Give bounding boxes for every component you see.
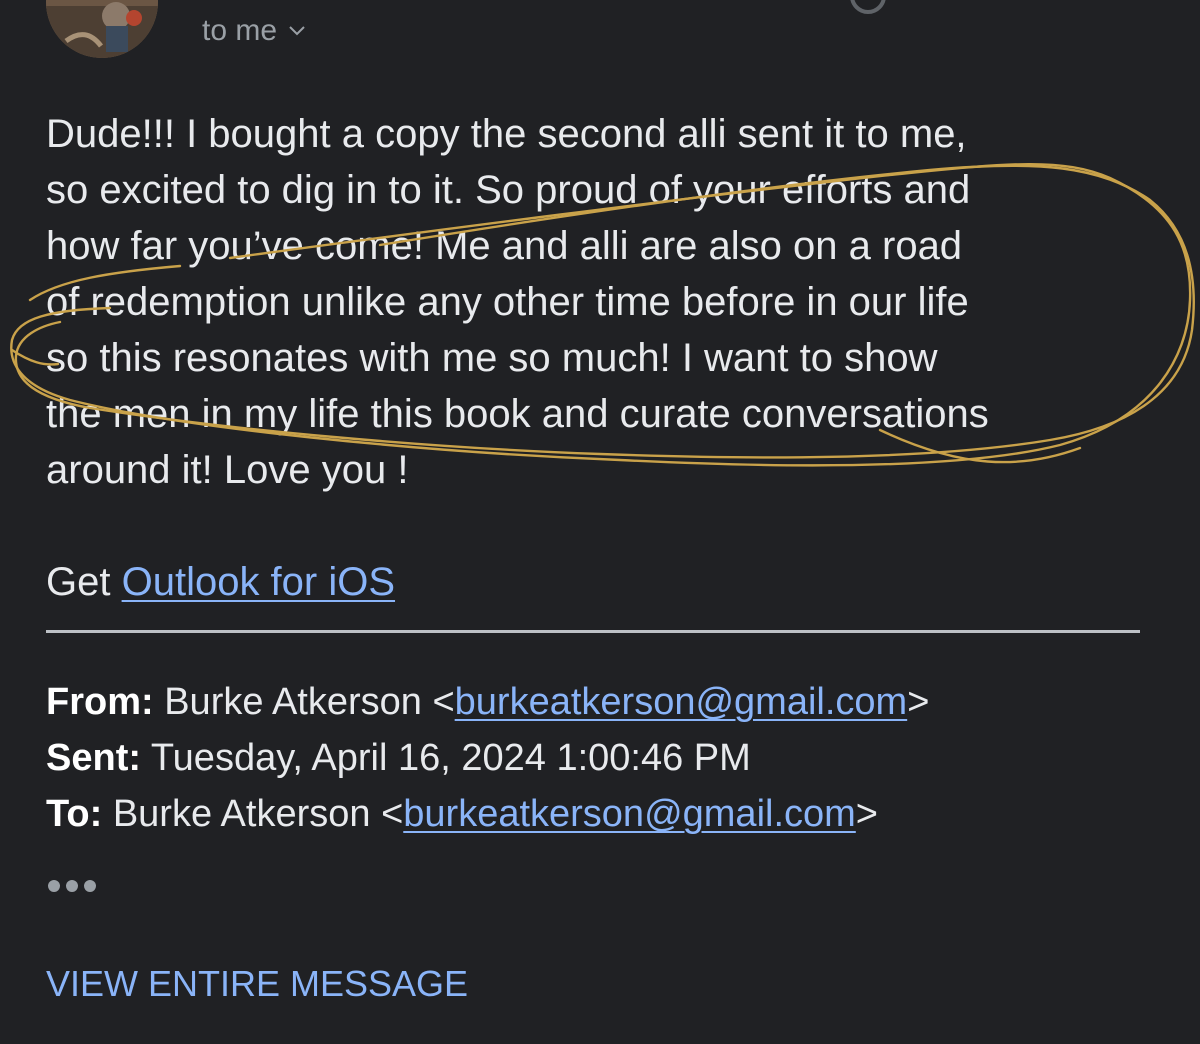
from-row: From: Burke Atkerson <burkeatkerson@gmai… (46, 674, 929, 730)
body-line: Dude!!! I bought a copy the second alli … (46, 112, 967, 156)
from-email-link[interactable]: burkeatkerson@gmail.com (455, 681, 908, 723)
quoted-message-header: From: Burke Atkerson <burkeatkerson@gmai… (46, 674, 929, 842)
to-label: To: (46, 793, 103, 835)
body-line: so this resonates with me so much! I wan… (46, 336, 938, 380)
avatar-photo (46, 0, 158, 58)
to-suffix: > (855, 793, 878, 835)
divider (46, 630, 1140, 633)
outlook-ios-link[interactable]: Outlook for iOS (122, 560, 395, 604)
sender-avatar[interactable] (46, 0, 158, 58)
chevron-down-icon (289, 26, 305, 36)
email-signature: Get Outlook for iOS (46, 554, 395, 610)
from-name: Burke Atkerson < (153, 681, 455, 723)
to-row: To: Burke Atkerson <burkeatkerson@gmail.… (46, 786, 929, 842)
body-line: of redemption unlike any other time befo… (46, 280, 969, 324)
dot (48, 880, 60, 892)
to-email-link[interactable]: burkeatkerson@gmail.com (403, 793, 856, 835)
sent-value: Tuesday, April 16, 2024 1:00:46 PM (141, 737, 751, 779)
view-entire-message-button[interactable]: VIEW ENTIRE MESSAGE (46, 962, 468, 1006)
body-line: the men in my life this book and curate … (46, 392, 989, 436)
sent-label: Sent: (46, 737, 141, 779)
sent-row: Sent: Tuesday, April 16, 2024 1:00:46 PM (46, 730, 929, 786)
from-suffix: > (907, 681, 930, 723)
partial-circle-icon (850, 0, 886, 14)
recipient-label: to me (202, 14, 278, 47)
dot (66, 880, 78, 892)
message-body: Dude!!! I bought a copy the second alli … (46, 106, 1176, 498)
body-line: how far you’ve come! Me and alli are als… (46, 224, 963, 268)
body-line: so excited to dig in to it. So proud of … (46, 168, 971, 212)
to-name: Burke Atkerson < (102, 793, 404, 835)
recipient-details-toggle[interactable]: to me (202, 14, 305, 48)
signature-prefix: Get (46, 560, 122, 604)
more-dots-icon[interactable] (48, 880, 96, 892)
dot (84, 880, 96, 892)
from-label: From: (46, 681, 154, 723)
body-line: around it! Love you ! (46, 448, 409, 492)
